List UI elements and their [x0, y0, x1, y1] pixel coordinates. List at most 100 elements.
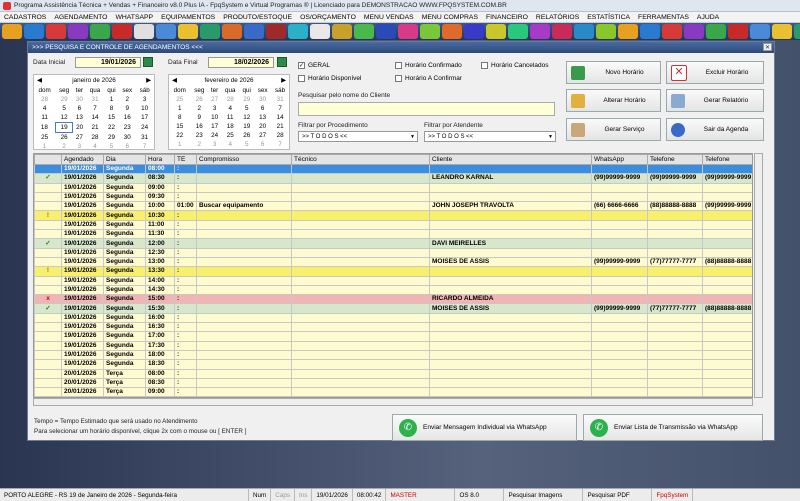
table-cell[interactable]: [647, 359, 703, 370]
table-cell[interactable]: 19/01/2026: [61, 322, 104, 333]
table-cell[interactable]: [591, 275, 648, 286]
table-cell[interactable]: 09:30: [145, 191, 175, 203]
calendar-day[interactable]: 19: [239, 122, 254, 131]
table-cell[interactable]: (88)88888-8888: [647, 201, 703, 212]
chevron-left-icon[interactable]: ◀: [37, 77, 42, 84]
toolbar-button-icon[interactable]: [750, 24, 770, 39]
column-header[interactable]: TE: [174, 154, 197, 165]
table-cell[interactable]: [34, 322, 62, 333]
table-cell[interactable]: [702, 266, 752, 277]
table-cell[interactable]: :: [174, 229, 197, 240]
table-cell[interactable]: [196, 359, 292, 370]
table-cell[interactable]: [591, 312, 648, 324]
calendar-day[interactable]: 5: [239, 140, 254, 149]
table-cell[interactable]: [591, 331, 648, 342]
filter-confirmado[interactable]: Horário Confirmado: [395, 62, 462, 69]
table-cell[interactable]: [702, 340, 752, 351]
calendar-day[interactable]: 5: [104, 142, 119, 151]
table-cell[interactable]: [591, 219, 648, 231]
calendar-day[interactable]: 18: [221, 122, 239, 131]
table-cell[interactable]: 11:30: [145, 229, 175, 240]
table-cell[interactable]: 18:30: [145, 359, 175, 370]
table-cell[interactable]: [647, 284, 703, 296]
table-cell[interactable]: [291, 238, 430, 249]
calendar-day[interactable]: 3: [208, 104, 221, 113]
table-cell[interactable]: [34, 201, 62, 212]
calendar-day[interactable]: 20: [73, 123, 86, 133]
table-cell[interactable]: x: [34, 294, 62, 305]
calendar-day[interactable]: 23: [190, 131, 208, 140]
table-cell[interactable]: 19/01/2026: [61, 312, 104, 324]
novo-horario-button[interactable]: Novo Horário: [566, 61, 661, 84]
calendar-day[interactable]: 12: [55, 113, 73, 123]
calendar-february[interactable]: ◀ fevereiro de 2026 ▶ dom seg ter qua qui sex sáb…: [168, 74, 290, 150]
table-cell[interactable]: [34, 256, 62, 268]
table-cell[interactable]: Segunda: [103, 284, 146, 296]
table-cell[interactable]: Buscar equipamento: [196, 201, 292, 212]
table-cell[interactable]: [429, 266, 592, 277]
toolbar-button-icon[interactable]: [640, 24, 660, 39]
toolbar-button-icon[interactable]: [486, 24, 506, 39]
table-row[interactable]: 19/01/2026 Segunda 17:00:: [34, 331, 752, 342]
table-cell[interactable]: [647, 219, 703, 231]
calendar-day[interactable]: 9: [119, 104, 136, 113]
calendar-day[interactable]: 26: [239, 131, 254, 140]
filter-disponivel[interactable]: Horário Disponível: [298, 75, 361, 82]
table-cell[interactable]: 01:00: [174, 201, 197, 212]
calendar-day[interactable]: 21: [271, 122, 289, 131]
table-cell[interactable]: [196, 256, 292, 268]
grid-horizontal-scrollbar[interactable]: [33, 398, 753, 406]
table-cell[interactable]: [196, 387, 292, 397]
data-inicial-field[interactable]: 19/01/2026: [75, 57, 141, 68]
table-cell[interactable]: [291, 340, 430, 351]
table-row[interactable]: 19/01/2026 Segunda 11:00:: [34, 219, 752, 231]
toolbar-button-icon[interactable]: [552, 24, 572, 39]
table-cell[interactable]: :: [174, 322, 197, 333]
calendar-day[interactable]: 29: [104, 133, 119, 143]
table-cell[interactable]: 19/01/2026: [61, 256, 104, 268]
table-cell[interactable]: [702, 275, 752, 286]
table-cell[interactable]: [291, 284, 430, 296]
table-cell[interactable]: Segunda: [103, 219, 146, 231]
table-cell[interactable]: [196, 312, 292, 324]
table-cell[interactable]: Segunda: [103, 163, 146, 175]
menu-item[interactable]: ESTATÍSTICA: [583, 14, 634, 21]
calendar-day[interactable]: 21: [86, 123, 104, 133]
table-cell[interactable]: :: [174, 387, 197, 397]
calendar-day[interactable]: 3: [208, 140, 221, 149]
table-cell[interactable]: :: [174, 275, 197, 286]
table-cell[interactable]: Terça: [103, 387, 146, 397]
filter-cancelados[interactable]: Horário Cancelados: [481, 62, 548, 69]
table-cell[interactable]: 19/01/2026: [61, 294, 104, 305]
table-cell[interactable]: [429, 275, 592, 286]
whatsapp-individual-button[interactable]: ✆ Enviar Mensagem Individual via WhatsApp: [392, 414, 577, 441]
table-cell[interactable]: [429, 387, 592, 397]
table-cell[interactable]: 19/01/2026: [61, 173, 104, 184]
table-cell[interactable]: [291, 229, 430, 240]
table-cell[interactable]: [34, 275, 62, 286]
table-cell[interactable]: [291, 275, 430, 286]
table-cell[interactable]: [196, 247, 292, 258]
table-cell[interactable]: [34, 368, 62, 379]
toolbar-button-icon[interactable]: [706, 24, 726, 39]
table-cell[interactable]: 14:30: [145, 284, 175, 296]
table-row[interactable]: 20/01/2026 Terça 08:30:: [34, 377, 752, 389]
table-cell[interactable]: [647, 349, 703, 361]
table-cell[interactable]: [196, 275, 292, 286]
table-cell[interactable]: :: [174, 284, 197, 296]
calendar-day[interactable]: 25: [221, 131, 239, 140]
calendar-day[interactable]: 7: [271, 104, 289, 113]
table-cell[interactable]: [591, 210, 648, 221]
calendar-day[interactable]: 31: [136, 133, 154, 143]
calendar-day[interactable]: 2: [190, 140, 208, 149]
table-cell[interactable]: :: [174, 256, 197, 268]
menu-item[interactable]: FINANCEIRO: [482, 14, 532, 21]
table-cell[interactable]: [196, 182, 292, 193]
table-cell[interactable]: [591, 238, 648, 249]
table-cell[interactable]: 15:30: [145, 303, 175, 314]
table-cell[interactable]: [647, 247, 703, 258]
alterar-horario-button[interactable]: Alterar Horário: [566, 89, 661, 112]
table-cell[interactable]: [702, 312, 752, 324]
table-cell[interactable]: :: [174, 303, 197, 314]
menu-item[interactable]: FERRAMENTAS: [634, 14, 693, 21]
